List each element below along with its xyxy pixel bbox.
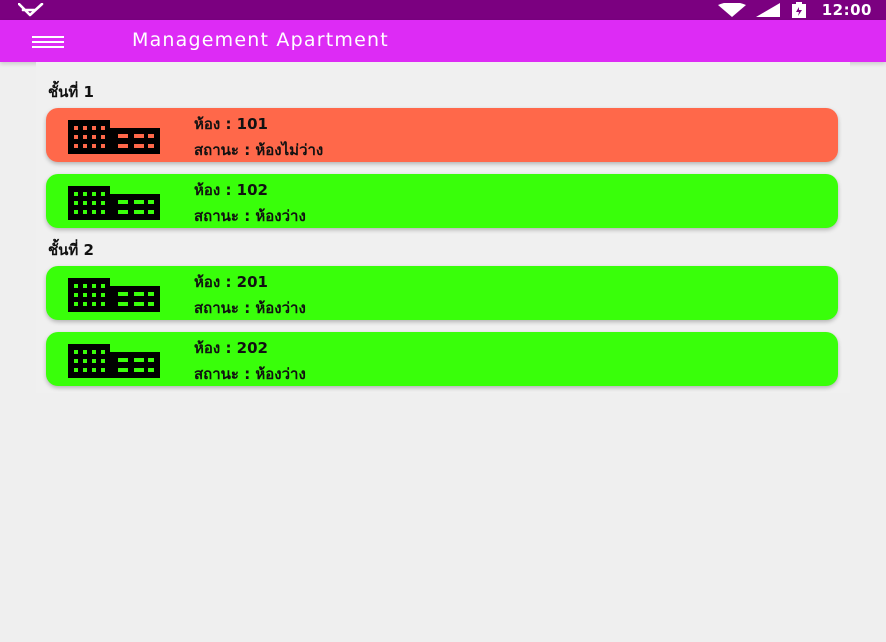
room-card-102[interactable]: ห้อง : 102 สถานะ : ห้องว่าง — [46, 174, 838, 228]
signal-icon — [755, 3, 780, 17]
room-status: สถานะ : ห้องไม่ว่าง — [194, 141, 324, 159]
room-number: ห้อง : 202 — [194, 339, 268, 357]
app-title: Management Apartment — [132, 29, 389, 51]
status-time: 12:00 — [821, 1, 872, 19]
status-bar: 12:00 — [0, 0, 886, 20]
room-card-101[interactable]: ห้อง : 101 สถานะ : ห้องไม่ว่าง — [46, 108, 838, 162]
room-card-201[interactable]: ห้อง : 201 สถานะ : ห้องว่าง — [46, 266, 838, 320]
building-icon — [68, 344, 160, 378]
notification-icon — [18, 3, 44, 17]
room-status: สถานะ : ห้องว่าง — [194, 207, 306, 225]
floor-title: ชั้นที่ 2 — [48, 241, 94, 259]
room-card-202[interactable]: ห้อง : 202 สถานะ : ห้องว่าง — [46, 332, 838, 386]
room-number: ห้อง : 101 — [194, 115, 268, 133]
room-status: สถานะ : ห้องว่าง — [194, 299, 306, 317]
building-icon — [68, 120, 160, 154]
wifi-icon — [717, 3, 746, 17]
room-list: ชั้นที่ 1 ห้อง : 101 สถานะ : ห้องไม่ว่าง — [36, 62, 850, 393]
building-icon — [68, 278, 160, 312]
battery-icon — [791, 2, 806, 18]
building-icon — [68, 186, 160, 220]
app-bar: Management Apartment — [0, 20, 886, 62]
room-number: ห้อง : 102 — [194, 181, 268, 199]
room-number: ห้อง : 201 — [194, 273, 268, 291]
hamburger-menu-icon[interactable] — [28, 30, 68, 52]
room-status: สถานะ : ห้องว่าง — [194, 365, 306, 383]
floor-title: ชั้นที่ 1 — [48, 83, 94, 101]
status-icons: 12:00 — [717, 0, 872, 20]
